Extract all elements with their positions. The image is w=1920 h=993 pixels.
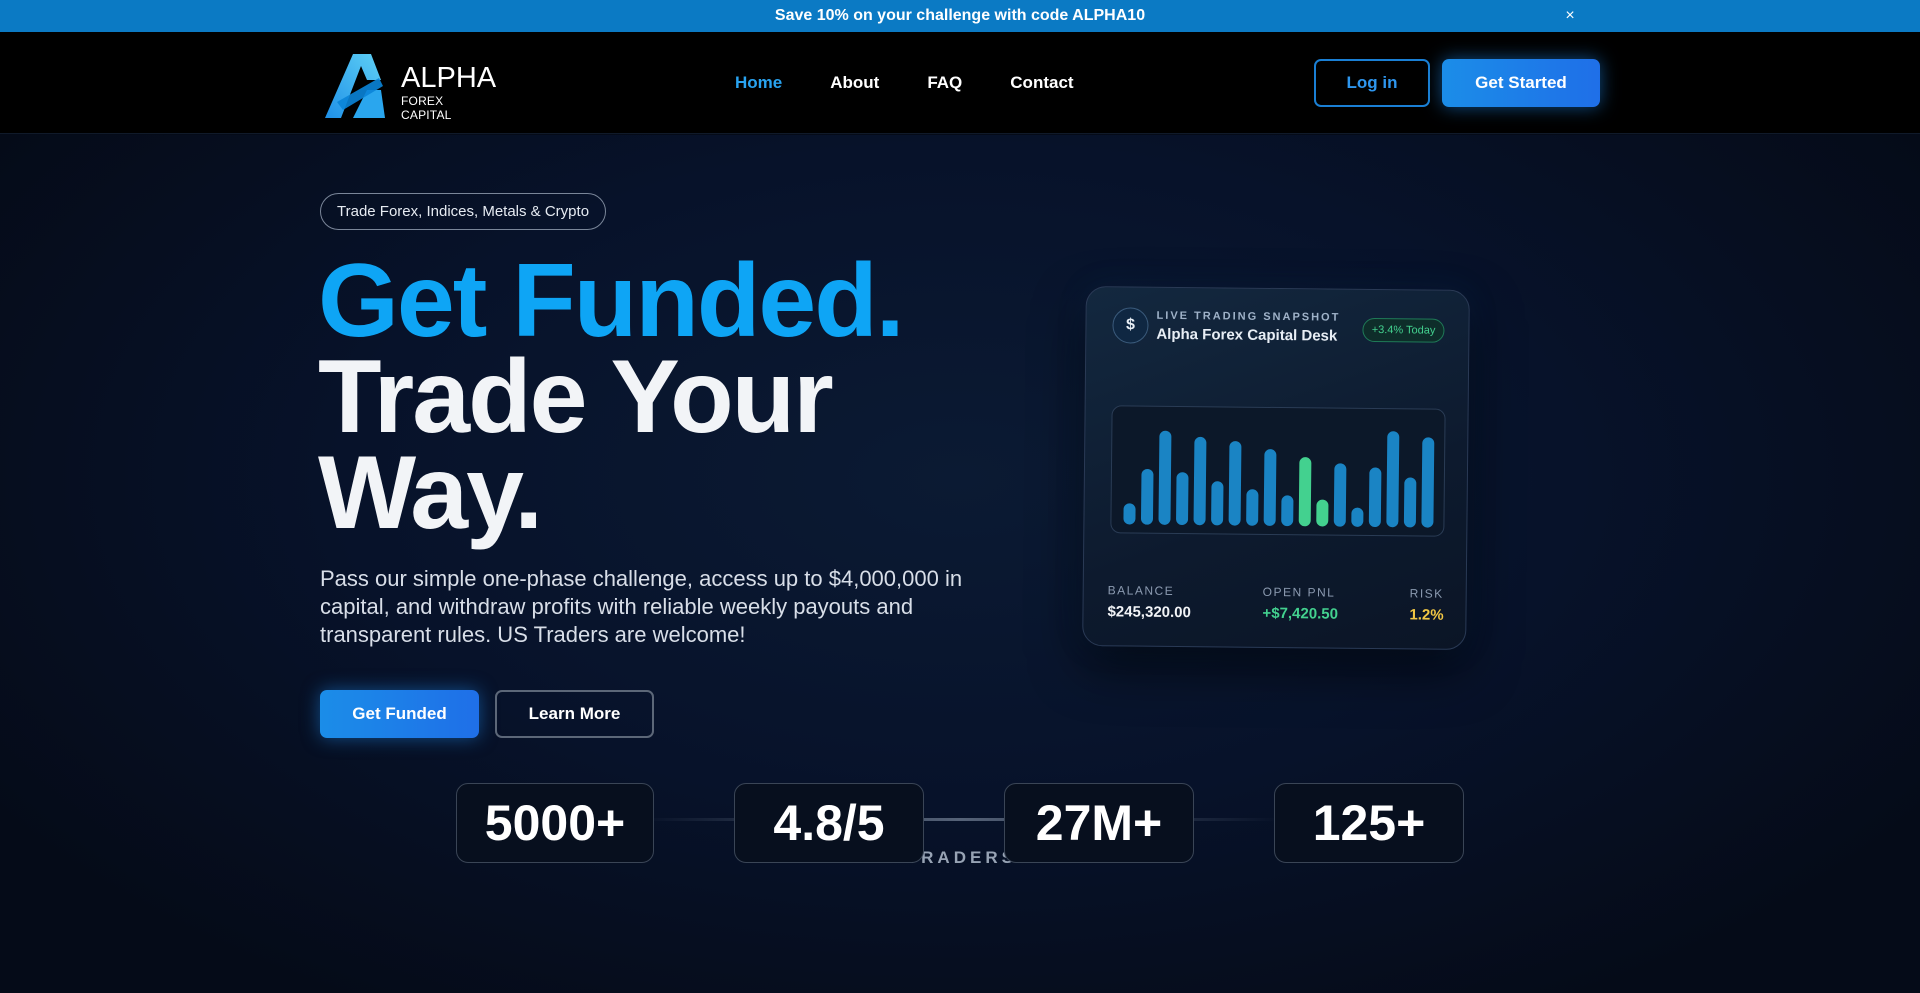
get-funded-button[interactable]: Get Funded bbox=[320, 690, 479, 738]
chart-bar bbox=[1246, 489, 1259, 526]
stat-card-volume: 27M+ bbox=[1004, 783, 1194, 863]
chart-bar bbox=[1193, 436, 1207, 526]
logo-wordmark: ALPHA bbox=[401, 62, 497, 94]
stat-card-value: 27M+ bbox=[1035, 795, 1163, 851]
main-nav: Home About FAQ Contact bbox=[735, 32, 1074, 134]
risk-label: RISK bbox=[1409, 586, 1444, 601]
trading-snapshot-card: $ LIVE TRADING SNAPSHOT Alpha Forex Capi… bbox=[1082, 285, 1470, 651]
nav-faq[interactable]: FAQ bbox=[927, 73, 962, 93]
chart-bar bbox=[1281, 495, 1294, 527]
pnl-label: OPEN PNL bbox=[1262, 584, 1336, 600]
nav-about[interactable]: About bbox=[830, 73, 879, 93]
headline-line-3: Way. bbox=[318, 435, 543, 551]
headline-line-2: Trade Your bbox=[318, 339, 834, 455]
chart-bar bbox=[1263, 449, 1277, 526]
promo-bar: Save 10% on your challenge with code ALP… bbox=[0, 0, 1920, 32]
risk-value: 1.2% bbox=[1409, 606, 1444, 624]
today-change-badge: +3.4% Today bbox=[1362, 317, 1445, 343]
learn-more-button[interactable]: Learn More bbox=[495, 690, 654, 738]
risk-stat: RISK 1.2% bbox=[1409, 586, 1444, 623]
login-button[interactable]: Log in bbox=[1314, 59, 1430, 107]
logo[interactable]: ALPHA FOREX CAPITAL bbox=[323, 50, 497, 122]
stat-card-value: 4.8/5 bbox=[773, 795, 885, 851]
bar-chart bbox=[1110, 405, 1446, 537]
chart-bar bbox=[1298, 457, 1312, 527]
hero-headline: Get Funded. Trade Your Way. bbox=[318, 243, 905, 551]
chart-bar bbox=[1140, 468, 1154, 525]
get-started-button[interactable]: Get Started bbox=[1442, 59, 1600, 107]
stat-card-rating: 4.8/5 bbox=[734, 783, 924, 863]
chart-bar bbox=[1333, 463, 1347, 527]
chart-bar bbox=[1316, 499, 1329, 527]
stat-card-traders: 5000+ bbox=[456, 783, 654, 863]
balance-stat: BALANCE $245,320.00 bbox=[1107, 583, 1191, 621]
hero-section: Trade Forex, Indices, Metals & Crypto Ge… bbox=[0, 135, 1920, 993]
chart-bar bbox=[1211, 481, 1224, 526]
chart-bar bbox=[1351, 507, 1364, 527]
chart-bar bbox=[1228, 441, 1242, 526]
nav-contact[interactable]: Contact bbox=[1010, 73, 1073, 93]
stat-card-countries: 125+ bbox=[1274, 783, 1464, 863]
balance-value: $245,320.00 bbox=[1107, 603, 1191, 622]
tagline-pill: Trade Forex, Indices, Metals & Crypto bbox=[320, 193, 607, 230]
chart-bar bbox=[1123, 503, 1136, 525]
trusted-heading: TRUSTED BY TRADERS WORLDWIDE bbox=[749, 848, 1171, 867]
chart-bar bbox=[1386, 431, 1400, 528]
card-kicker: LIVE TRADING SNAPSHOT bbox=[1156, 309, 1341, 324]
site-header: ALPHA FOREX CAPITAL Home About FAQ Conta… bbox=[0, 32, 1920, 134]
logo-subtitle: FOREX CAPITAL bbox=[401, 94, 452, 122]
chart-bar bbox=[1403, 477, 1417, 528]
chart-bar bbox=[1421, 437, 1435, 528]
stat-card-value: 5000+ bbox=[484, 795, 626, 851]
chart-bar bbox=[1176, 472, 1189, 526]
promo-text: Save 10% on your challenge with code ALP… bbox=[774, 7, 1146, 24]
chart-bar bbox=[1158, 430, 1172, 525]
stat-card-value: 125+ bbox=[1312, 795, 1426, 851]
close-icon[interactable]: × bbox=[1560, 6, 1580, 26]
nav-home[interactable]: Home bbox=[735, 73, 782, 93]
pnl-stat: OPEN PNL +$7,420.50 bbox=[1262, 585, 1338, 623]
card-title: Alpha Forex Capital Desk bbox=[1156, 325, 1338, 345]
pnl-value: +$7,420.50 bbox=[1262, 604, 1339, 623]
logo-mark-icon bbox=[325, 54, 385, 118]
bar-chart-svg bbox=[1123, 430, 1435, 528]
chart-bar bbox=[1368, 467, 1382, 528]
headline-line-1: Get Funded. bbox=[318, 243, 905, 359]
balance-label: BALANCE bbox=[1107, 583, 1175, 598]
dollar-icon: $ bbox=[1112, 307, 1149, 344]
hero-subtext: Pass our simple one-phase challenge, acc… bbox=[320, 566, 963, 647]
